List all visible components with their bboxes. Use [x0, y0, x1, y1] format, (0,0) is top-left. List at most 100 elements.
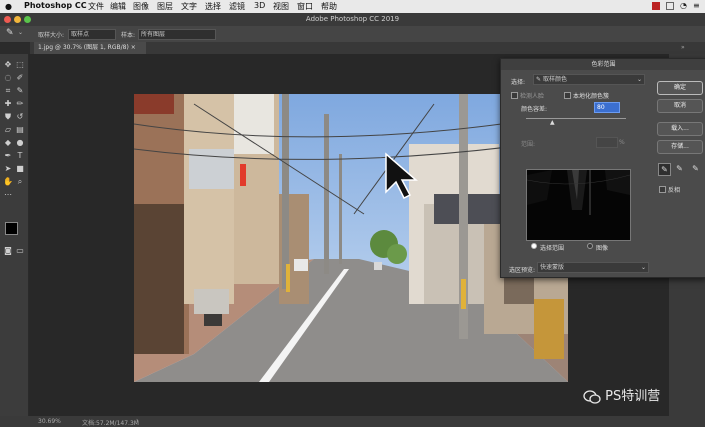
type-tool-icon[interactable]: T	[14, 150, 26, 162]
menu-type[interactable]: 文字	[181, 1, 197, 12]
selection-preview	[526, 169, 631, 241]
fuzziness-value: 80	[597, 104, 605, 111]
selection-preview-label: 选区预览:	[509, 267, 536, 274]
eyedropper-tool-icon[interactable]: ✎	[6, 28, 14, 38]
status-bar: 30.69% 文档:57.2M/147.3M ›	[0, 416, 705, 427]
invert-label: 反相	[668, 187, 681, 194]
menu-image[interactable]: 图像	[133, 1, 149, 12]
status-menu-icon[interactable]: ›	[136, 417, 138, 424]
eyedropper-icon[interactable]: ✎	[14, 85, 26, 97]
crop-tool-icon[interactable]: ⌗	[2, 85, 14, 97]
sample-select[interactable]: 所有图层	[138, 29, 216, 40]
detect-faces-checkbox[interactable]	[511, 92, 518, 99]
app-name[interactable]: Photoshop CC	[24, 1, 87, 10]
foreground-color-swatch[interactable]	[5, 222, 18, 235]
tool-preset-chevron-icon[interactable]: ⌄	[18, 29, 23, 36]
selection-preview-value: 快速蒙版	[540, 264, 565, 271]
menu-layer[interactable]: 图层	[157, 1, 173, 12]
menu-help[interactable]: 帮助	[321, 1, 337, 12]
cancel-button-label: 取消	[673, 102, 686, 109]
menu-view[interactable]: 视图	[273, 1, 289, 12]
screen-mode-icon[interactable]: ▭	[14, 245, 26, 257]
menu-filter[interactable]: 滤镜	[229, 1, 245, 12]
history-brush-icon[interactable]: ↺	[14, 111, 26, 123]
cancel-button[interactable]: 取消	[657, 99, 703, 113]
menu-extras-icon[interactable]: ≡	[693, 1, 700, 10]
status-square-icon[interactable]	[666, 2, 674, 10]
panel-collapse-icon[interactable]: »	[681, 44, 685, 51]
wifi-icon[interactable]: ◔	[680, 1, 687, 10]
dodge-tool-icon[interactable]: ●	[14, 137, 26, 149]
select-value: 取样颜色	[542, 76, 567, 83]
blur-tool-icon[interactable]: ◆	[2, 137, 14, 149]
load-button-label: 载入...	[671, 125, 689, 132]
range-input	[596, 137, 618, 148]
quick-select-tool-icon[interactable]: ✐	[14, 72, 26, 84]
sample-label: 样本:	[121, 32, 136, 39]
menu-bar: ● Photoshop CC 文件 编辑 图像 图层 文字 选择 滤镜 3D 视…	[0, 0, 705, 13]
selection-preview-dropdown[interactable]: 快速蒙版 ⌄	[537, 262, 649, 273]
shape-tool-icon[interactable]: ■	[14, 163, 26, 175]
wechat-logo-icon	[583, 389, 601, 404]
eyedropper-sample-icon[interactable]: ✎	[658, 163, 671, 176]
select-label: 选择:	[511, 79, 526, 86]
localized-color-clusters-label: 本地化颜色簇	[573, 93, 610, 100]
save-button-label: 存储...	[671, 143, 689, 150]
options-bar: ✎ ⌄ 取样大小: 取样点 样本: 所有图层	[0, 26, 705, 43]
menu-edit[interactable]: 编辑	[110, 1, 126, 12]
menu-select[interactable]: 选择	[205, 1, 221, 12]
document-size[interactable]: 文档:57.2M/147.3M	[82, 418, 139, 427]
menu-3d[interactable]: 3D	[254, 1, 265, 10]
invert-checkbox[interactable]	[659, 186, 666, 193]
gradient-tool-icon[interactable]: ▤	[14, 124, 26, 136]
image-radio-label: 图像	[596, 245, 609, 252]
healing-brush-icon[interactable]: ✚	[2, 98, 14, 110]
selection-preview-image	[527, 170, 630, 240]
ok-button-label: 确定	[673, 84, 686, 91]
document-tab-label: 1.jpg @ 30.7% (图层 1, RGB/8) ×	[38, 44, 136, 51]
image-radio[interactable]	[587, 243, 593, 249]
save-button[interactable]: 存储...	[657, 140, 703, 154]
select-dropdown[interactable]: ✎ 取样颜色 ⌄	[533, 74, 645, 85]
select-eyedropper-icon: ✎	[536, 76, 542, 83]
menu-file[interactable]: 文件	[88, 1, 104, 12]
fuzziness-slider-thumb[interactable]: ▲	[550, 119, 555, 126]
quick-mask-icon[interactable]: ◙	[2, 245, 14, 257]
fuzziness-label: 颜色容差:	[521, 106, 548, 113]
watermark: PS特训营	[583, 385, 660, 407]
document-tab[interactable]: 1.jpg @ 30.7% (图层 1, RGB/8) ×	[34, 42, 146, 54]
sample-size-select[interactable]: 取样点	[68, 29, 116, 40]
pen-tool-icon[interactable]: ✒	[2, 150, 14, 162]
lasso-tool-icon[interactable]: ◌	[2, 72, 14, 84]
path-select-icon[interactable]: ➤	[2, 163, 14, 175]
selection-radio[interactable]	[531, 243, 537, 249]
more-tools-icon[interactable]: ⋯	[2, 189, 14, 201]
range-label: 范围:	[521, 141, 536, 148]
tools-panel: ✥ ⬚ ◌ ✐ ⌗ ✎ ✚ ✏ ⛊ ↺ ▱ ▤ ◆ ● ✒ T ➤ ■ ✋ ⌕ …	[0, 54, 29, 416]
hand-tool-icon[interactable]: ✋	[2, 176, 14, 188]
brush-tool-icon[interactable]: ✏	[14, 98, 26, 110]
watermark-text: PS特训营	[605, 389, 661, 404]
apple-icon[interactable]: ●	[5, 2, 12, 11]
fuzziness-slider-track[interactable]	[526, 118, 626, 119]
window-titlebar: Adobe Photoshop CC 2019	[0, 13, 705, 26]
eraser-tool-icon[interactable]: ▱	[2, 124, 14, 136]
selection-radio-label: 选择范围	[540, 245, 565, 252]
marquee-tool-icon[interactable]: ⬚	[14, 59, 26, 71]
sample-size-label: 取样大小:	[38, 32, 65, 39]
localized-color-clusters-checkbox[interactable]	[564, 92, 571, 99]
eyedropper-add-icon[interactable]: ✎	[674, 163, 685, 174]
zoom-level[interactable]: 30.69%	[38, 418, 61, 425]
zoom-tool-icon[interactable]: ⌕	[14, 176, 26, 188]
ok-button[interactable]: 确定	[657, 81, 703, 95]
move-tool-icon[interactable]: ✥	[2, 59, 14, 71]
load-button[interactable]: 载入...	[657, 122, 703, 136]
eyedropper-subtract-icon[interactable]: ✎	[690, 163, 701, 174]
clone-stamp-icon[interactable]: ⛊	[2, 111, 14, 123]
menu-window[interactable]: 窗口	[297, 1, 313, 12]
status-red-icon[interactable]	[652, 2, 660, 10]
select-chevron-icon: ⌄	[636, 76, 642, 83]
detect-faces-label: 检测人脸	[520, 93, 545, 100]
sample-value: 所有图层	[141, 31, 166, 38]
fuzziness-input[interactable]: 80	[594, 102, 620, 113]
